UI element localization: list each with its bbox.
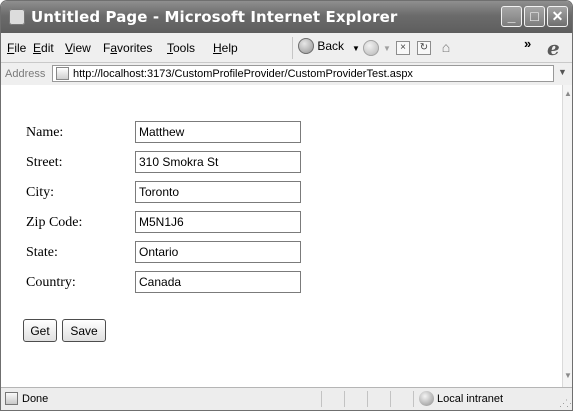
back-button[interactable]: Back xyxy=(298,38,344,58)
address-label: Address xyxy=(5,68,46,80)
name-input[interactable] xyxy=(135,121,301,143)
state-label: State: xyxy=(26,245,58,260)
status-separator xyxy=(321,391,322,407)
page-done-icon xyxy=(5,392,18,405)
security-zone-label: Local intranet xyxy=(437,393,504,405)
menu-file[interactable]: File xyxy=(7,41,26,55)
scroll-up-icon[interactable]: ▲ xyxy=(564,89,572,98)
back-arrow-icon xyxy=(298,38,314,54)
stop-icon[interactable]: × xyxy=(396,41,410,55)
minimize-button[interactable]: _ xyxy=(501,6,522,27)
status-text: Done xyxy=(22,393,49,405)
status-separator xyxy=(344,391,345,407)
city-input[interactable] xyxy=(135,181,301,203)
city-label: City: xyxy=(26,185,55,200)
menu-help[interactable]: Help xyxy=(213,41,238,55)
status-separator xyxy=(390,391,391,407)
menu-tools[interactable]: Tools xyxy=(167,41,195,55)
zip-code-label: Zip Code: xyxy=(26,215,83,230)
zip-code-input[interactable] xyxy=(135,211,301,233)
back-dropdown-icon[interactable]: ▼ xyxy=(352,44,360,53)
scroll-down-icon[interactable]: ▼ xyxy=(564,371,572,380)
status-bar: Done Local intranet ⋰⋰ xyxy=(1,387,572,410)
local-intranet-icon xyxy=(419,391,434,406)
refresh-icon[interactable]: ↻ xyxy=(417,41,431,55)
ie-logo-icon: e xyxy=(547,36,560,60)
country-label: Country: xyxy=(26,275,76,290)
address-bar: Address http://localhost:3173/CustomProf… xyxy=(1,63,572,86)
menu-edit[interactable]: Edit xyxy=(33,41,54,55)
home-icon[interactable]: ⌂ xyxy=(439,40,453,55)
state-input[interactable] xyxy=(135,241,301,263)
page-icon xyxy=(56,67,69,80)
address-dropdown-icon[interactable]: ▼ xyxy=(558,67,570,81)
window-title: Untitled Page - Microsoft Internet Explo… xyxy=(31,8,398,26)
close-button[interactable]: ✕ xyxy=(547,6,568,27)
toolbar-separator xyxy=(292,37,293,59)
back-label: Back xyxy=(317,39,345,53)
maximize-button[interactable]: □ xyxy=(524,6,545,27)
get-button[interactable]: Get xyxy=(23,319,57,342)
address-field[interactable]: http://localhost:3173/CustomProfileProvi… xyxy=(52,65,554,82)
country-input[interactable] xyxy=(135,271,301,293)
toolbar-overflow-icon[interactable]: » xyxy=(524,36,531,51)
forward-dropdown-icon[interactable]: ▼ xyxy=(383,44,391,53)
browser-window: Untitled Page - Microsoft Internet Explo… xyxy=(0,0,573,411)
menu-favorites[interactable]: Favorites xyxy=(103,41,152,55)
forward-button[interactable] xyxy=(363,40,379,56)
street-label: Street: xyxy=(26,155,63,170)
status-separator xyxy=(413,391,414,407)
save-button[interactable]: Save xyxy=(62,319,106,342)
menu-bar: File Edit View Favorites Tools Help Back… xyxy=(1,33,572,63)
ie-page-icon xyxy=(9,9,25,25)
status-separator xyxy=(367,391,368,407)
resize-grip-icon[interactable]: ⋰⋰ xyxy=(559,398,572,409)
street-input[interactable] xyxy=(135,151,301,173)
menu-view[interactable]: View xyxy=(65,41,91,55)
title-bar[interactable]: Untitled Page - Microsoft Internet Explo… xyxy=(1,1,572,33)
vertical-scrollbar[interactable]: ▲ ▼ xyxy=(562,85,572,387)
address-url[interactable]: http://localhost:3173/CustomProfileProvi… xyxy=(73,68,413,80)
name-label: Name: xyxy=(26,125,64,140)
